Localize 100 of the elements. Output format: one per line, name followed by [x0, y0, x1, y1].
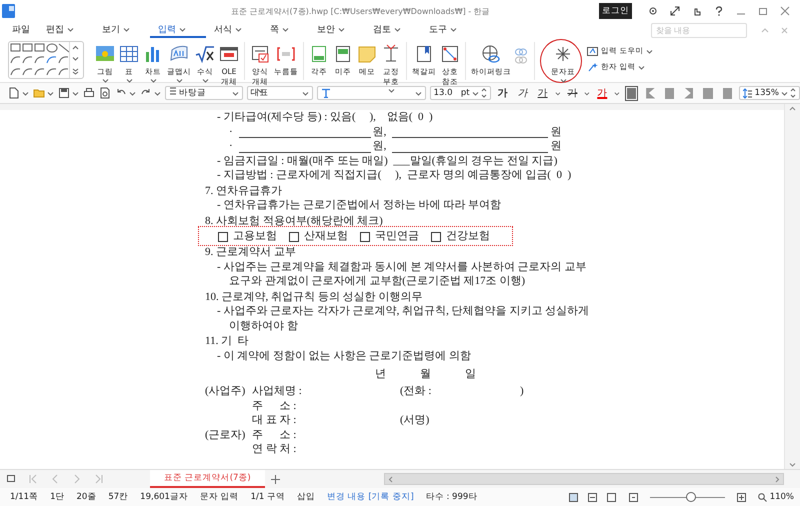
amount-unit: 원: [550, 139, 562, 154]
signature-field-label: 연 락 처 :: [252, 442, 298, 456]
document-tab[interactable]: 표준 근로계약서(7종): [150, 470, 265, 488]
document-line: - 임금지급일 : 매월(매주 또는 매일) ___말일(휴일의 경우는 전일 지급): [216, 154, 558, 168]
speech-bubble-icon[interactable]: [6, 474, 16, 484]
signature-field-label: ): [520, 384, 525, 398]
status-text: 삽입: [297, 491, 316, 503]
vertical-scrollbar[interactable]: [784, 104, 800, 469]
plus-icon[interactable]: [270, 474, 280, 484]
font-type-icon: [320, 88, 331, 98]
document-line: 요구와 관계없이 근로자에게 교부함(근로기준법 제17조 이행): [228, 274, 526, 288]
checkbox[interactable]: [289, 232, 299, 242]
chevron-up-icon[interactable]: [72, 45, 79, 50]
menu-tab[interactable]: 쪽: [262, 22, 309, 38]
format-button[interactable]: 가: [494, 86, 511, 100]
left-align-icon[interactable]: [646, 88, 656, 98]
style-dropdown[interactable]: 바탕글: [165, 86, 243, 100]
app-icon: [2, 4, 15, 18]
menu-tab[interactable]: 서식: [206, 22, 262, 38]
slider-thumb[interactable]: [686, 492, 696, 502]
distribute-align-icon[interactable]: [703, 88, 713, 98]
magnifier-icon[interactable]: [758, 492, 767, 502]
document-line: 9. 근로계약서 교부: [205, 245, 297, 260]
right-align-icon[interactable]: [684, 88, 694, 98]
line-spacing-field[interactable]: 135%: [738, 86, 800, 100]
horizontal-scrollbar[interactable]: [384, 473, 784, 485]
chevron-down-icon[interactable]: [789, 462, 796, 467]
status-link[interactable]: 변경 내용 [기록 중지]: [327, 491, 414, 503]
shape-gallery[interactable]: [8, 41, 84, 79]
status-text: 1단: [50, 491, 65, 503]
document-line: - 기타급여(제수당 등) : 있음( ), 없음( 0 ): [216, 110, 434, 124]
signature-field-label: (근로자): [205, 428, 246, 442]
print-preview-icon[interactable]: [99, 87, 111, 99]
chevron-left-icon[interactable]: [388, 476, 393, 482]
center-align-icon[interactable]: [665, 88, 674, 98]
zoom-in-icon[interactable]: [736, 492, 746, 502]
full-page-icon[interactable]: [606, 492, 617, 502]
page-view-icon[interactable]: [568, 492, 579, 502]
split-align-icon[interactable]: [722, 88, 732, 98]
new-document-icon[interactable]: [8, 87, 20, 99]
format-button[interactable]: 가: [564, 86, 580, 100]
checkbox[interactable]: [360, 232, 370, 242]
document-line: - 이 계약에 정함이 없는 사항은 근로기준법령에 의함: [216, 348, 472, 363]
menu-tab[interactable]: 보안: [309, 22, 365, 38]
find-field[interactable]: 찾을 내용: [651, 22, 747, 38]
date-label: 월: [420, 367, 431, 382]
picture-icon: [95, 44, 115, 64]
document-line: 8. 사회보험 적용여부(해당란에 체크): [205, 214, 384, 228]
window-title: 표준 근로계약서(7종).hwp [C:₩Users₩every₩Downloads₩] - 한글: [230, 6, 491, 16]
signature-field-label: (사업주): [205, 384, 246, 398]
input-helper-icon: [587, 46, 598, 56]
help-icon[interactable]: [714, 6, 724, 16]
width-fit-icon[interactable]: [586, 492, 598, 502]
print-icon[interactable]: [83, 87, 95, 99]
unit-label: pt: [460, 88, 470, 98]
maximize-icon[interactable]: [758, 6, 768, 16]
font-dropdown[interactable]: [316, 86, 426, 100]
caret-icon: [22, 90, 29, 96]
caret-icon: [47, 90, 54, 96]
chevron-down-icon[interactable]: [72, 56, 79, 62]
font-size-field[interactable]: 13.0 pt: [430, 86, 491, 100]
format-button[interactable]: 가: [514, 86, 531, 100]
form-icon: [250, 44, 270, 64]
menu-tab[interactable]: 편집: [38, 22, 94, 38]
bullet-text: ·: [229, 139, 233, 154]
more-icon[interactable]: [72, 68, 79, 75]
menu-tab[interactable]: 검토: [365, 22, 421, 38]
close-icon[interactable]: [780, 6, 790, 16]
caret-icon: [232, 90, 239, 96]
checkbox[interactable]: [218, 232, 228, 242]
menu-tab[interactable]: 도구: [421, 22, 477, 38]
menu-tab[interactable]: 보기: [94, 22, 150, 38]
folder-icon[interactable]: [33, 87, 45, 99]
document-line: 11. 기 타: [205, 334, 250, 348]
document-line: - 사업주는 근로계약을 체결함과 동시에 본 계약서를 사본하여 근로자의 교부: [216, 260, 588, 274]
menu-tab[interactable]: 파일: [4, 22, 38, 38]
caret-icon: [780, 90, 788, 96]
caret-icon: [414, 90, 422, 96]
checkbox[interactable]: [431, 232, 441, 242]
save-icon[interactable]: [58, 87, 70, 99]
style-icon: [169, 87, 177, 97]
document-line: - 지급방법 : 근로자에게 직접지급( ), 근로자 명의 예금통장에 입금( 0 ): [216, 168, 572, 182]
language-dropdown[interactable]: 대표: [246, 86, 313, 100]
menu-tab[interactable]: 입력: [150, 22, 206, 38]
signature-field-label: 대 표 자 :: [252, 413, 298, 428]
expand-icon[interactable]: [670, 6, 680, 16]
amount-unit: 원,: [372, 139, 386, 154]
checkbox-label: 건강보험: [446, 229, 490, 244]
caret-icon: [154, 90, 161, 96]
zoom-out-icon[interactable]: [628, 492, 638, 502]
justify-align-icon[interactable]: [627, 88, 636, 98]
checkbox-label: 고용보험: [233, 229, 277, 244]
settings-icon[interactable]: [648, 6, 658, 16]
login-button[interactable]: 로그인: [599, 3, 632, 19]
table-icon: [119, 44, 139, 64]
chevron-up-icon[interactable]: [789, 106, 796, 111]
format-button[interactable]: 가: [594, 86, 610, 100]
format-button[interactable]: 가: [534, 86, 551, 100]
chevron-right-icon[interactable]: [775, 476, 780, 482]
caret-icon: [584, 90, 590, 96]
